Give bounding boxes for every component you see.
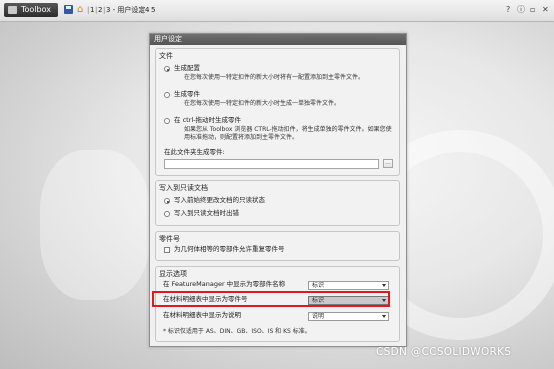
folder-label: 在此文件夹生成零件: [164,148,225,156]
checkbox-label: 为几何体相等的零部件允许重复零件号 [174,245,285,253]
chevron-down-icon [382,315,386,318]
home-icon[interactable]: ⌂ [77,5,85,15]
background-graphic [40,150,150,300]
option-description: 如果您从 Toolbox 浏览器 CTRL-拖动扣件，将生成单独的零件文件。如果… [184,126,392,133]
option-description: 用标准拖动，则配置将添加到主零件文件。 [184,134,299,141]
duplicate-part-number-checkbox[interactable] [164,247,170,253]
breadcrumb-step-3[interactable]: 3 - 用户设定 [106,5,145,15]
breadcrumb-step-5[interactable]: 5 [151,5,155,15]
breadcrumb-separator: | [95,6,98,14]
browse-button[interactable]: ... [383,159,393,168]
bom-description-select[interactable]: 说明 [308,312,389,321]
component-name-select[interactable]: 标识 [308,281,389,290]
option-description: 在您每次使用一特定扣件的新大小时将有一配置添加到主零件文件。 [184,74,365,81]
title-bar: Toolbox ⌂ | 1 | 2 | 3 - 用户设定 | 4 5 ? ⓘ ▫… [0,0,554,22]
breadcrumb-separator: | [103,6,106,14]
group-title: 零件号 [159,235,180,243]
close-icon[interactable]: ✕ [542,4,549,15]
folder-path-input[interactable] [164,159,379,169]
generate-config-radio[interactable] [164,66,170,72]
readonly-error-radio[interactable] [164,211,170,217]
dialog-title: 用户设定 [150,34,406,45]
breadcrumb-separator: | [142,6,145,14]
toolbox-tab[interactable]: Toolbox [4,3,58,17]
breadcrumb-step-4[interactable]: 4 [145,5,149,15]
radio-label: 生成零件 [174,90,200,98]
breadcrumb-step-2[interactable]: 2 [98,5,102,15]
select-value: 说明 [312,313,325,320]
file-group: 文件 生成配置 在您每次使用一特定扣件的新大小时将有一配置添加到主零件文件。 生… [155,48,400,176]
display-row-label: 在材料明细表中显示为说明 [163,311,241,319]
save-icon[interactable] [64,5,73,14]
breadcrumb-step-1[interactable]: 1 [90,5,94,15]
radio-label: 在 ctrl-拖动时生成零件 [174,116,242,124]
option-description: 在您每次使用一特定扣件的新大小时生成一单独零件文件。 [184,100,341,107]
toolbox-icon [8,6,17,14]
display-row-label: 在 FeatureManager 中显示为零部件名称 [163,280,286,288]
radio-label: 生成配置 [174,64,200,72]
ctrl-drag-part-radio[interactable] [164,118,170,124]
change-readonly-radio[interactable] [164,198,170,204]
footnote: * 标识仅适用于 AS、DIN、GB、ISO、IS 和 KS 标准。 [163,328,311,335]
radio-label: 写入到只读文档时出错 [174,209,239,217]
highlight-box [152,291,390,307]
generate-part-radio[interactable] [164,92,170,98]
radio-label: 写入前始终更改文档的只读状态 [174,196,265,204]
breadcrumb-separator: | [87,6,90,14]
help-icon[interactable]: ? [506,4,510,15]
app-title: Toolbox [21,5,51,14]
info-icon[interactable]: ⓘ [517,4,525,15]
group-title: 写入到只读文档 [159,184,208,192]
select-value: 标识 [312,282,325,289]
chevron-down-icon [382,284,386,287]
minimize-icon[interactable]: ▫ [530,4,535,15]
part-number-group: 零件号 为几何体相等的零部件允许重复零件号 [155,231,400,261]
group-title: 显示选项 [159,270,187,278]
watermark: CSDN @CCSOLIDWORKS [376,346,512,358]
readonly-group: 写入到只读文档 写入前始终更改文档的只读状态 写入到只读文档时出错 [155,180,400,226]
group-title: 文件 [159,52,173,60]
